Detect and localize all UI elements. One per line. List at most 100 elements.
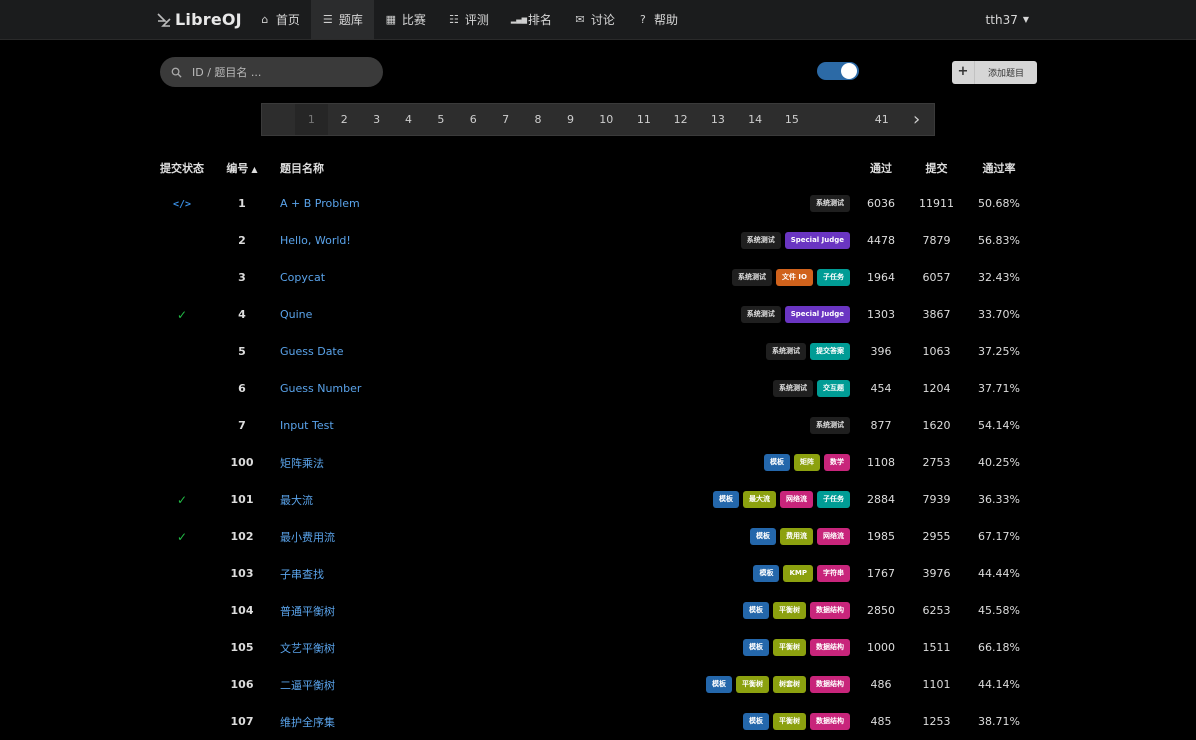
search-box[interactable] — [160, 57, 383, 87]
page-2[interactable]: 2 — [328, 104, 361, 135]
tag-badge[interactable]: 系统测试 — [810, 417, 850, 434]
accepted-check-icon[interactable]: ✓ — [177, 493, 187, 507]
problem-tags: 系统测试 — [380, 407, 850, 444]
problem-title-link[interactable]: Hello, World! — [280, 234, 351, 247]
problem-title-link[interactable]: Copycat — [280, 271, 325, 284]
tag-badge[interactable]: 树套树 — [773, 676, 806, 693]
tag-badge[interactable]: 数据结构 — [810, 602, 850, 619]
tag-badge[interactable]: 子任务 — [817, 491, 850, 508]
header-name[interactable]: 题目名称 — [280, 151, 380, 185]
search-input[interactable] — [190, 64, 374, 80]
nav-item-2[interactable]: ▦ 比赛 — [374, 0, 437, 39]
tag-badge[interactable]: 最大流 — [743, 491, 776, 508]
tag-badge[interactable]: 系统测试 — [732, 269, 772, 286]
tag-badge[interactable]: 网络流 — [780, 491, 813, 508]
problem-title-link[interactable]: 矩阵乘法 — [280, 457, 324, 470]
problem-name-cell: A + B Problem — [280, 185, 380, 222]
tag-badge[interactable]: 模板 — [743, 713, 769, 730]
brand-link[interactable]: LibreOJ — [156, 0, 242, 39]
tag-badge[interactable]: Special Judge — [784, 232, 850, 249]
page-11[interactable]: 11 — [626, 104, 663, 135]
tag-badge[interactable]: 模板 — [764, 454, 790, 471]
status-cell — [160, 666, 204, 703]
tag-badge[interactable]: 模板 — [706, 676, 732, 693]
tag-badge[interactable]: 矩阵 — [794, 454, 820, 471]
tag-badge[interactable]: 系统测试 — [810, 195, 850, 212]
tag-badge[interactable]: 平衡树 — [773, 713, 806, 730]
problem-title-link[interactable]: 维护全序集 — [280, 716, 335, 729]
page-3[interactable]: 3 — [361, 104, 393, 135]
problem-title-link[interactable]: 二逼平衡树 — [280, 679, 335, 692]
problem-title-link[interactable]: Quine — [280, 308, 312, 321]
nav-item-3[interactable]: ☷ 评测 — [437, 0, 500, 39]
tag-badge[interactable]: Special Judge — [784, 306, 850, 323]
problem-title-link[interactable]: Input Test — [280, 419, 334, 432]
tag-badge[interactable]: 费用流 — [780, 528, 813, 545]
tag-badge[interactable]: 提交答案 — [810, 343, 850, 360]
nav-item-1[interactable]: ☰ 题库 — [310, 0, 374, 39]
header-submitted[interactable]: 提交 — [912, 151, 961, 185]
tag-badge[interactable]: 系统测试 — [740, 232, 781, 249]
tag-badge[interactable]: 网络流 — [817, 528, 850, 545]
accepted-check-icon[interactable]: ✓ — [177, 530, 187, 544]
page-1[interactable]: 1 — [294, 104, 328, 135]
header-status[interactable]: 提交状态 — [160, 151, 204, 185]
problem-title-link[interactable]: 文艺平衡树 — [280, 642, 335, 655]
tag-badge[interactable]: 数据结构 — [810, 639, 850, 656]
tag-badge[interactable]: 模板 — [743, 602, 769, 619]
tag-badge[interactable]: 模板 — [750, 528, 776, 545]
problem-title-link[interactable]: 普通平衡树 — [280, 605, 335, 618]
nav-item-5[interactable]: ✉ 讨论 — [563, 0, 626, 39]
user-menu[interactable]: tth37 ▼ — [986, 0, 1029, 39]
nav-item-6[interactable]: ? 帮助 — [626, 0, 689, 39]
tag-badge[interactable]: 子任务 — [817, 269, 850, 286]
page-41[interactable]: 41 — [864, 104, 899, 135]
problem-title-link[interactable]: 最大流 — [280, 494, 313, 507]
nav-item-0[interactable]: ⌂ 首页 — [248, 0, 311, 39]
chevron-right-icon[interactable]: › — [899, 104, 934, 135]
tag-badge[interactable]: 系统测试 — [740, 306, 781, 323]
tag-badge[interactable]: 文件 IO — [776, 269, 813, 286]
page-9[interactable]: 9 — [554, 104, 587, 135]
header-id[interactable]: 编号 ▲ — [204, 151, 280, 185]
nav-item-4[interactable]: ▂▄▆ 排名 — [500, 0, 563, 39]
tag-badge[interactable]: 交互题 — [817, 380, 850, 397]
page-15[interactable]: 15 — [774, 104, 811, 135]
tag-badge[interactable]: 数据结构 — [810, 676, 850, 693]
problem-title-link[interactable]: 子串查找 — [280, 568, 324, 581]
page-14[interactable]: 14 — [737, 104, 774, 135]
problem-title-link[interactable]: Guess Number — [280, 382, 361, 395]
tag-badge[interactable]: 模板 — [713, 491, 739, 508]
display-toggle[interactable] — [817, 62, 859, 80]
tag-badge[interactable]: 系统测试 — [773, 380, 813, 397]
tasks-icon: ☷ — [448, 13, 459, 26]
tag-badge[interactable]: 字符串 — [817, 565, 850, 582]
page-7[interactable]: 7 — [489, 104, 522, 135]
page-13[interactable]: 13 — [699, 104, 737, 135]
tag-badge[interactable]: KMP — [783, 565, 813, 582]
problem-title-link[interactable]: A + B Problem — [280, 197, 360, 210]
add-problem-button[interactable]: + 添加题目 — [952, 61, 1037, 84]
tag-badge[interactable]: 模板 — [753, 565, 780, 582]
tag-badge[interactable]: 系统测试 — [766, 343, 806, 360]
table-row: 3 Copycat 系统测试 文件 IO 子任务 1964 6057 32.43% — [160, 259, 1037, 296]
page-8[interactable]: 8 — [522, 104, 554, 135]
tag-badge[interactable]: 平衡树 — [773, 639, 806, 656]
tag-badge[interactable]: 模板 — [743, 639, 769, 656]
problem-title-link[interactable]: Guess Date — [280, 345, 344, 358]
page-10[interactable]: 10 — [587, 104, 626, 135]
tag-badge[interactable]: 数学 — [824, 454, 850, 471]
problem-id: 107 — [230, 715, 254, 728]
page-6[interactable]: 6 — [457, 104, 489, 135]
code-icon[interactable]: </> — [173, 199, 191, 210]
header-rate[interactable]: 通过率 — [961, 151, 1037, 185]
tag-badge[interactable]: 数据结构 — [810, 713, 850, 730]
page-12[interactable]: 12 — [662, 104, 699, 135]
accepted-check-icon[interactable]: ✓ — [177, 308, 187, 322]
tag-badge[interactable]: 平衡树 — [773, 602, 806, 619]
tag-badge[interactable]: 平衡树 — [736, 676, 769, 693]
problem-title-link[interactable]: 最小费用流 — [280, 531, 335, 544]
page-4[interactable]: 4 — [393, 104, 425, 135]
header-accepted[interactable]: 通过 — [850, 151, 912, 185]
page-5[interactable]: 5 — [424, 104, 457, 135]
